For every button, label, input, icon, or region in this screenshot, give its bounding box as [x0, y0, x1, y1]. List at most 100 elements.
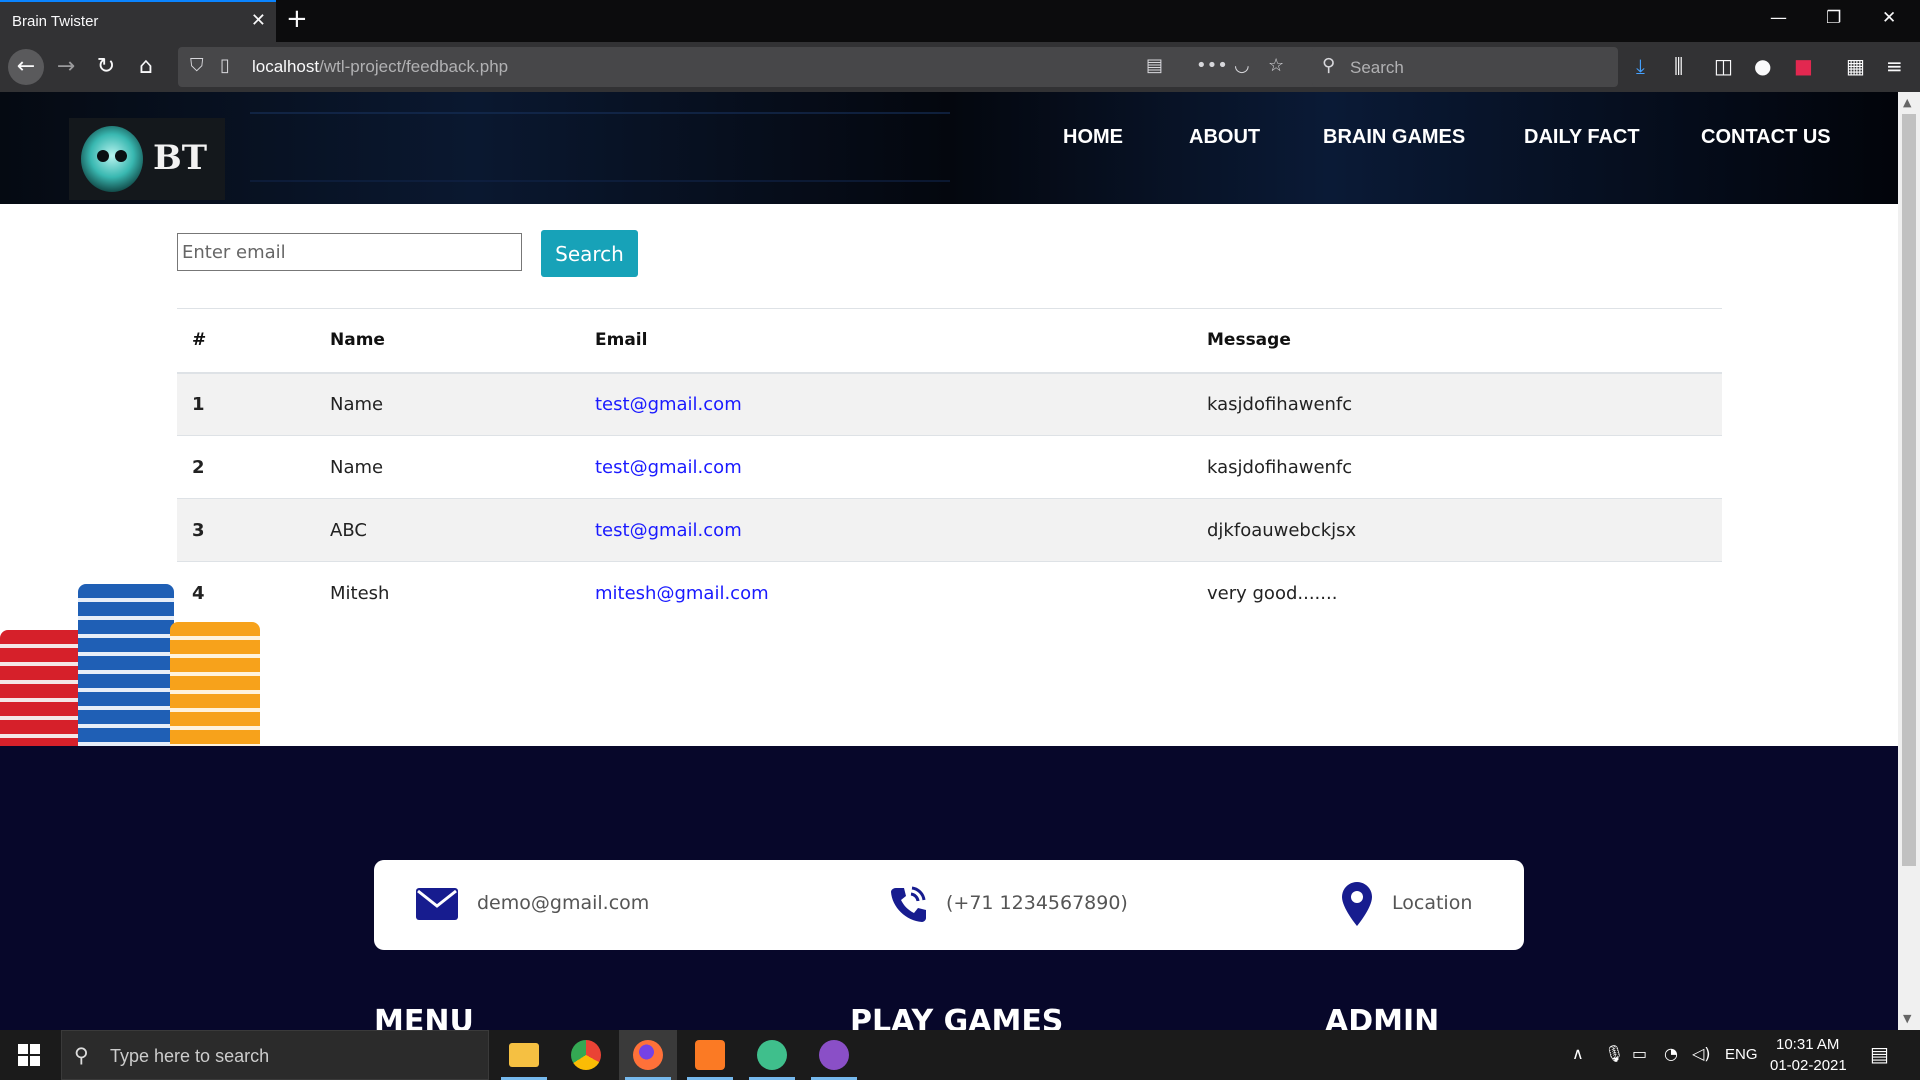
map-pin-icon — [1342, 882, 1372, 926]
more-actions-icon[interactable]: ••• — [1196, 55, 1228, 76]
browser-tab-bar: Brain Twister ✕ + — ❐ ✕ — [0, 0, 1920, 42]
column-header-name: Name — [315, 308, 580, 374]
restore-icon[interactable]: ❐ — [1826, 8, 1841, 28]
shield-icon[interactable]: ⛉ — [190, 55, 204, 76]
nav-daily-fact[interactable]: DAILY FACT — [1524, 126, 1640, 149]
microphone-icon[interactable]: 🎙 — [1604, 1044, 1624, 1063]
start-square — [30, 1056, 40, 1066]
row-message: very good....... — [1192, 561, 1722, 625]
close-window-icon[interactable]: ✕ — [1882, 8, 1896, 28]
file-explorer-app[interactable] — [495, 1030, 553, 1080]
wifi-icon[interactable]: ◔ — [1664, 1044, 1678, 1063]
logo-text: BT — [153, 138, 208, 178]
atom-icon — [757, 1040, 787, 1070]
reader-view-icon[interactable]: ▤ — [1146, 55, 1163, 76]
nav-home[interactable]: HOME — [1063, 126, 1123, 149]
library-icon[interactable]: ⫼ — [1674, 54, 1683, 78]
tab-close-icon[interactable]: ✕ — [251, 10, 266, 31]
windows-taskbar: ⚲ Type here to search ∧ 🎙 ▭ ◔ ◁) ENG 10:… — [0, 1030, 1920, 1080]
feedback-table: # Name Email Message 1 Name test@gmail.c… — [177, 308, 1722, 625]
search-button[interactable]: Search — [541, 230, 638, 277]
contact-email[interactable]: demo@gmail.com — [477, 892, 649, 914]
bookmark-star-icon[interactable]: ☆ — [1268, 55, 1284, 76]
atom-app[interactable] — [743, 1030, 801, 1080]
show-hidden-icons-icon[interactable]: ∧ — [1572, 1044, 1584, 1063]
column-header-email: Email — [580, 308, 1192, 374]
browser-toolbar: ← → ↻ ⌂ ⛉ ▯ localhost/wtl-project/feedba… — [0, 42, 1920, 92]
account-icon[interactable]: ● — [1754, 54, 1771, 78]
site-header: BT HOME ABOUT BRAIN GAMES DAILY FACT CON… — [0, 92, 1898, 204]
folder-icon — [509, 1043, 539, 1067]
battery-icon[interactable]: ▭ — [1632, 1044, 1647, 1063]
sidebar-icon[interactable]: ◫ — [1714, 54, 1733, 78]
start-square — [30, 1044, 40, 1054]
row-email-link[interactable]: mitesh@gmail.com — [580, 561, 1192, 625]
page-info-icon[interactable]: ▯ — [220, 55, 230, 76]
tab-title: Brain Twister — [12, 13, 99, 30]
column-header-message: Message — [1192, 308, 1722, 374]
forward-icon[interactable]: → — [50, 51, 82, 83]
row-message: kasjdofihawenfc — [1192, 435, 1722, 499]
scroll-down-icon[interactable]: ▼ — [1903, 1012, 1911, 1025]
site-logo[interactable]: BT — [69, 118, 225, 200]
browser-tab[interactable]: Brain Twister ✕ — [0, 0, 276, 42]
menu-hamburger-icon[interactable]: ≡ — [1886, 54, 1903, 78]
url-bar[interactable]: ⛉ ▯ localhost/wtl-project/feedback.php ▤… — [178, 47, 1320, 87]
xampp-app[interactable] — [681, 1030, 739, 1080]
row-message: djkfoauwebckjsx — [1192, 498, 1722, 562]
nav-brain-games[interactable]: BRAIN GAMES — [1323, 126, 1465, 149]
row-number: 3 — [177, 498, 315, 562]
downloads-icon[interactable]: ⤓ — [1636, 54, 1645, 78]
firefox-app[interactable] — [619, 1030, 677, 1080]
back-icon[interactable]: ← — [8, 49, 44, 85]
notifications-icon[interactable]: ▤ — [1870, 1042, 1889, 1066]
start-square — [18, 1056, 28, 1066]
extensions-icon[interactable]: ▦ — [1846, 54, 1865, 78]
contact-location[interactable]: Location — [1392, 892, 1472, 914]
chrome-icon — [571, 1040, 601, 1070]
row-email-link[interactable]: test@gmail.com — [580, 498, 1192, 562]
table-row: 1 Name test@gmail.com kasjdofihawenfc — [177, 372, 1722, 436]
home-icon[interactable]: ⌂ — [130, 51, 162, 83]
row-message: kasjdofihawenfc — [1192, 372, 1722, 436]
row-email-link[interactable]: test@gmail.com — [580, 372, 1192, 436]
new-tab-button[interactable]: + — [286, 4, 308, 34]
contact-card: demo@gmail.com (+71 1234567890) Location — [374, 860, 1524, 950]
url-text[interactable]: localhost/wtl-project/feedback.php — [252, 57, 508, 77]
xampp-icon — [695, 1040, 725, 1070]
row-name: ABC — [315, 498, 580, 562]
clock-date[interactable]: 01-02-2021 — [1770, 1057, 1847, 1074]
url-path: /wtl-project/feedback.php — [319, 57, 509, 76]
github-desktop-app[interactable] — [805, 1030, 863, 1080]
taskbar-search-icon: ⚲ — [74, 1043, 89, 1067]
clock-time[interactable]: 10:31 AM — [1776, 1036, 1839, 1053]
volume-icon[interactable]: ◁) — [1692, 1044, 1711, 1063]
page-scrollbar[interactable]: ▲ ▼ — [1898, 92, 1920, 1030]
pocket-icon[interactable]: ◡ — [1234, 55, 1250, 76]
windows-start-icon[interactable] — [18, 1044, 40, 1066]
table-row: 2 Name test@gmail.com kasjdofihawenfc — [177, 435, 1722, 499]
table-row: 4 Mitesh mitesh@gmail.com very good.....… — [177, 561, 1722, 625]
email-search-input[interactable] — [177, 233, 522, 271]
search-icon: ⚲ — [1322, 55, 1336, 76]
scroll-up-icon[interactable]: ▲ — [1903, 96, 1911, 109]
envelope-icon — [416, 888, 458, 920]
row-name: Name — [315, 372, 580, 436]
minimize-icon[interactable]: — — [1770, 8, 1787, 28]
contact-phone[interactable]: (+71 1234567890) — [946, 892, 1128, 914]
browser-search-placeholder: Search — [1350, 58, 1404, 77]
scroll-thumb[interactable] — [1902, 114, 1916, 866]
taskbar-search-box[interactable]: ⚲ Type here to search — [61, 1030, 489, 1080]
nav-about[interactable]: ABOUT — [1189, 126, 1260, 149]
extension-lock-icon[interactable]: ■ — [1794, 54, 1813, 78]
row-name: Name — [315, 435, 580, 499]
row-number: 1 — [177, 372, 315, 436]
github-icon — [819, 1040, 849, 1070]
taskbar-search-placeholder: Type here to search — [110, 1046, 270, 1066]
row-email-link[interactable]: test@gmail.com — [580, 435, 1192, 499]
nav-contact-us[interactable]: CONTACT US — [1701, 126, 1831, 149]
browser-search-bar[interactable]: ⚲ Search — [1312, 47, 1618, 87]
language-indicator[interactable]: ENG — [1725, 1046, 1758, 1063]
reload-icon[interactable]: ↻ — [90, 51, 122, 83]
chrome-app[interactable] — [557, 1030, 615, 1080]
